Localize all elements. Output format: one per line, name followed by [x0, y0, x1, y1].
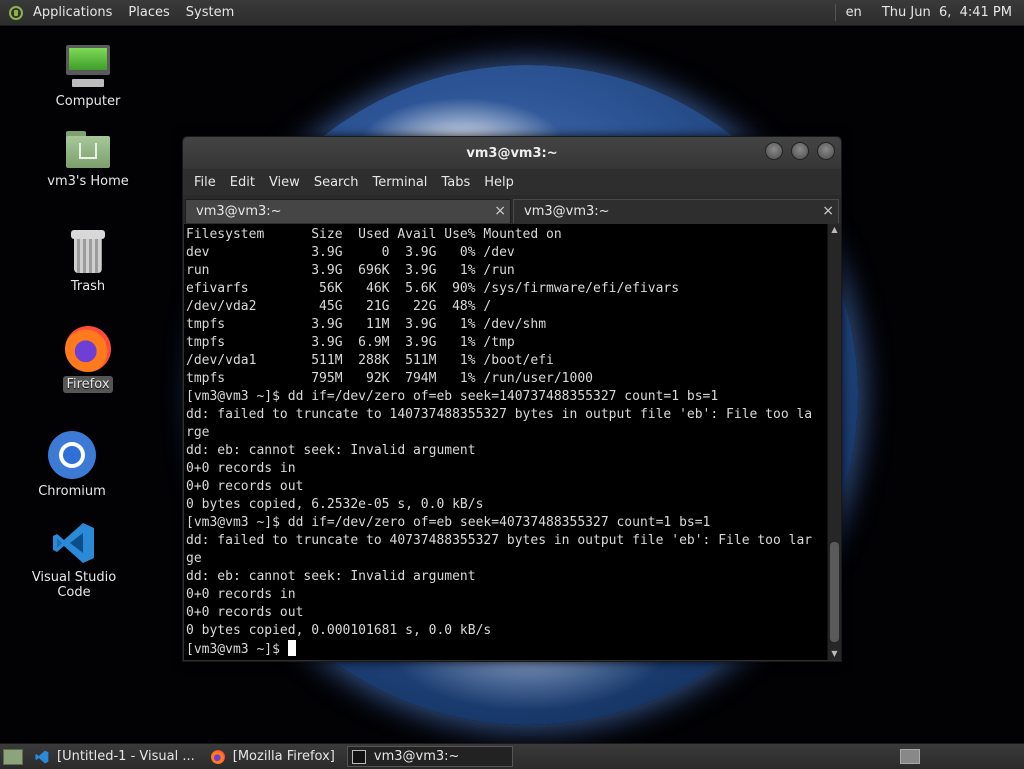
window-titlebar[interactable]: vm3@vm3:~: [183, 137, 841, 169]
desktop-icon-label: Chromium: [38, 484, 106, 499]
close-button[interactable]: [817, 142, 835, 160]
workspace-switcher[interactable]: [900, 749, 920, 764]
terminal-icon: [351, 749, 366, 764]
top-menu: Applications Places System: [25, 5, 242, 20]
desktop-icon-computer[interactable]: Computer: [38, 45, 138, 110]
terminal-line: efivarfs 56K 46K 5.6K 90% /sys/firmware/…: [186, 281, 680, 296]
clock[interactable]: Thu Jun 6, 4:41 PM: [882, 5, 1012, 20]
terminal-window: vm3@vm3:~ File Edit View Search Terminal…: [182, 136, 842, 662]
terminal-line: 0+0 records out: [186, 605, 304, 620]
terminal-line: dd: failed to truncate to 40737488355327…: [186, 533, 813, 548]
show-desktop-icon[interactable]: [3, 748, 23, 765]
terminal-tabbar: vm3@vm3:~ × vm3@vm3:~ ×: [183, 195, 841, 223]
top-panel: Applications Places System en Thu Jun 6,…: [0, 0, 1024, 26]
scroll-up-arrow-icon[interactable]: ▲: [828, 224, 841, 236]
tab-label: vm3@vm3:~: [524, 204, 610, 219]
chromium-icon: [48, 431, 96, 479]
terminal-tab-2[interactable]: vm3@vm3:~ ×: [513, 199, 839, 223]
menu-system[interactable]: System: [178, 5, 242, 20]
terminal-line: dd: failed to truncate to 14073748835532…: [186, 407, 813, 422]
tab-label: vm3@vm3:~: [196, 204, 282, 219]
terminal-line: 0+0 records out: [186, 479, 304, 494]
menu-applications[interactable]: Applications: [25, 5, 120, 20]
terminal-line: run 3.9G 696K 3.9G 1% /run: [186, 263, 515, 278]
terminal-line: 0+0 records in: [186, 587, 296, 602]
desktop-icon-label: Computer: [55, 94, 121, 109]
terminal-scrollbar[interactable]: ▲ ▼: [827, 224, 841, 660]
minimize-button[interactable]: [765, 142, 783, 160]
menu-file[interactable]: File: [187, 175, 223, 190]
terminal-line: [vm3@vm3 ~]$ dd if=/dev/zero of=eb seek=…: [186, 389, 719, 404]
menu-help[interactable]: Help: [477, 175, 521, 190]
home-folder-icon: [66, 129, 110, 169]
terminal-menubar: File Edit View Search Terminal Tabs Help: [183, 169, 841, 195]
terminal-line: 0 bytes copied, 6.2532e-05 s, 0.0 kB/s: [186, 497, 484, 512]
terminal-line: /dev/vda1 511M 288K 511M 1% /boot/efi: [186, 353, 554, 368]
tab-close-icon[interactable]: ×: [822, 203, 834, 219]
terminal-output[interactable]: Filesystem Size Used Avail Use% Mounted …: [184, 224, 827, 660]
panel-separator: [834, 4, 836, 21]
bottom-panel: [Untitled-1 - Visual ... [Mozilla Firefo…: [0, 743, 1024, 769]
terminal-line: [vm3@vm3 ~]$ dd if=/dev/zero of=eb seek=…: [186, 515, 711, 530]
keyboard-layout-indicator[interactable]: en: [846, 5, 862, 20]
terminal-line: dd: eb: cannot seek: Invalid argument: [186, 569, 476, 584]
menu-places[interactable]: Places: [120, 5, 177, 20]
applications-icon[interactable]: [9, 5, 23, 20]
terminal-line: tmpfs 3.9G 6.9M 3.9G 1% /tmp: [186, 335, 515, 350]
taskbar-item-firefox[interactable]: [Mozilla Firefox]: [207, 746, 343, 767]
text-cursor: [287, 640, 296, 656]
taskbar-item-label: [Mozilla Firefox]: [232, 749, 335, 764]
window-controls: [765, 142, 835, 160]
desktop-icon-vscode[interactable]: Visual Studio Code: [14, 521, 134, 601]
menu-edit[interactable]: Edit: [223, 175, 262, 190]
firefox-icon: [210, 749, 225, 764]
desktop-icon-label: Trash: [70, 279, 106, 294]
taskbar-item-label: [Untitled-1 - Visual ...: [57, 749, 195, 764]
taskbar-item-label: vm3@vm3:~: [373, 749, 460, 764]
taskbar-item-vscode[interactable]: [Untitled-1 - Visual ...: [31, 746, 203, 767]
terminal-line: tmpfs 795M 92K 794M 1% /run/user/1000: [186, 371, 593, 386]
terminal-line: 0+0 records in: [186, 461, 296, 476]
terminal-line: dev 3.9G 0 3.9G 0% /dev: [186, 245, 515, 260]
terminal-line: rge: [186, 425, 210, 440]
terminal-line: Filesystem Size Used Avail Use% Mounted …: [186, 227, 562, 242]
terminal-line: ge: [186, 551, 202, 566]
desktop-icon-label: vm3's Home: [47, 174, 129, 189]
menu-search[interactable]: Search: [307, 175, 366, 190]
computer-icon: [64, 45, 112, 89]
vscode-icon: [52, 521, 96, 565]
menu-tabs[interactable]: Tabs: [434, 175, 477, 190]
desktop-icon-home[interactable]: vm3's Home: [38, 129, 138, 190]
desktop-icon-chromium[interactable]: Chromium: [22, 431, 122, 500]
trash-icon: [71, 230, 105, 274]
menu-terminal[interactable]: Terminal: [365, 175, 434, 190]
terminal-prompt: [vm3@vm3 ~]$: [186, 642, 288, 657]
menu-view[interactable]: View: [262, 175, 307, 190]
taskbar-item-terminal[interactable]: vm3@vm3:~: [346, 746, 513, 767]
terminal-line: /dev/vda2 45G 21G 22G 48% /: [186, 299, 492, 314]
firefox-icon: [65, 326, 111, 372]
top-panel-tray: en Thu Jun 6, 4:41 PM: [834, 0, 1024, 25]
terminal-prompt-line[interactable]: [vm3@vm3 ~]$: [186, 640, 827, 658]
scrollbar-thumb[interactable]: [830, 542, 839, 642]
maximize-button[interactable]: [791, 142, 809, 160]
terminal-line: 0 bytes copied, 0.000101681 s, 0.0 kB/s: [186, 623, 492, 638]
desktop-icon-label: Firefox: [63, 376, 113, 393]
vscode-icon: [35, 750, 49, 764]
desktop-icon-label: Visual Studio Code: [31, 570, 117, 600]
tab-close-icon[interactable]: ×: [494, 203, 506, 219]
desktop-icon-firefox[interactable]: Firefox: [38, 326, 138, 393]
scroll-down-arrow-icon[interactable]: ▼: [828, 648, 841, 660]
terminal-line: dd: eb: cannot seek: Invalid argument: [186, 443, 476, 458]
terminal-line: tmpfs 3.9G 11M 3.9G 1% /dev/shm: [186, 317, 547, 332]
window-title: vm3@vm3:~: [466, 145, 558, 161]
terminal-tab-1[interactable]: vm3@vm3:~ ×: [185, 199, 511, 223]
desktop-icon-trash[interactable]: Trash: [38, 230, 138, 295]
